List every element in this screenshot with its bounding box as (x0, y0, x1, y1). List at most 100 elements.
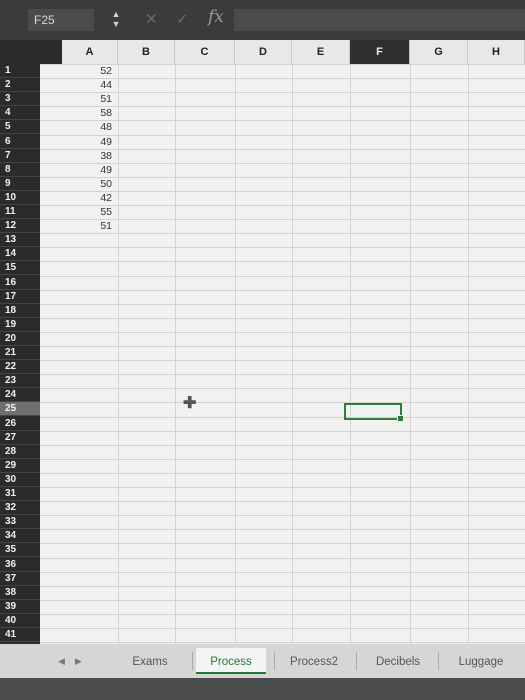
row-header-16[interactable]: 16 (0, 276, 40, 290)
grid-row-line (40, 346, 525, 347)
row-header-22[interactable]: 22 (0, 360, 40, 375)
formula-input[interactable] (234, 9, 525, 31)
row-header-12[interactable]: 12 (0, 219, 40, 234)
row-header-11[interactable]: 11 (0, 205, 40, 220)
row-header-bar: 1 2 3 4 5 6 7 8 9 10 11 12 13 14 15 16 17 18 19 20 21 22 23 24 2… (0, 64, 40, 644)
fx-icon[interactable]: fx (208, 7, 224, 27)
sheet-tab-process2[interactable]: Process2 (278, 648, 350, 674)
row-header-35[interactable]: 35 (0, 543, 40, 558)
row-header-34[interactable]: 34 (0, 529, 40, 544)
row-header-36[interactable]: 36 (0, 558, 40, 572)
row-header-29[interactable]: 29 (0, 459, 40, 473)
row-header-30[interactable]: 30 (0, 473, 40, 487)
up-down-stepper-icon[interactable]: ▲ ▼ (110, 9, 122, 31)
grid-row-line (40, 331, 525, 333)
column-header-f[interactable]: F (350, 40, 410, 64)
row-header-40[interactable]: 40 (0, 614, 40, 628)
row-header-32[interactable]: 32 (0, 501, 40, 516)
sheet-tab-decibels[interactable]: Decibels (360, 648, 436, 674)
row-header-14[interactable]: 14 (0, 247, 40, 262)
sheet-tab-exams[interactable]: Exams (115, 648, 185, 674)
tab-separator (274, 652, 275, 670)
cell-a4[interactable]: 58 (40, 106, 118, 120)
tab-scroll-arrows[interactable]: ◀ ▶ (58, 652, 104, 670)
cell-a10[interactable]: 42 (40, 191, 118, 205)
row-header-33[interactable]: 33 (0, 515, 40, 530)
row-header-7[interactable]: 7 (0, 149, 40, 163)
row-header-18[interactable]: 18 (0, 304, 40, 318)
row-header-4[interactable]: 4 (0, 106, 40, 121)
cell-a8[interactable]: 49 (40, 163, 118, 177)
cell-a12[interactable]: 51 (40, 219, 118, 233)
row-header-9[interactable]: 9 (0, 177, 40, 191)
grid-row-line (40, 642, 525, 644)
grid-column-line (410, 64, 411, 644)
name-box[interactable]: F25 (28, 9, 94, 31)
grid-row-line (40, 543, 525, 545)
status-bar (0, 678, 525, 700)
sheet-tab-process[interactable]: Process (196, 648, 266, 674)
row-header-15[interactable]: 15 (0, 261, 40, 276)
row-header-25[interactable]: 25 (0, 402, 40, 417)
row-header-24[interactable]: 24 (0, 388, 40, 403)
row-header-20[interactable]: 20 (0, 332, 40, 346)
row-header-1[interactable]: 1 (0, 64, 40, 79)
column-header-h[interactable]: H (468, 40, 525, 64)
cell-a5[interactable]: 48 (40, 120, 118, 134)
spreadsheet-grid[interactable]: ABCDEFGH 1 2 3 4 5 6 7 8 9 10 11 12 13 14 15 16 17 18 19 20… (0, 40, 525, 644)
cell-a2[interactable]: 44 (40, 78, 118, 92)
fill-handle[interactable] (397, 415, 404, 423)
select-all-corner[interactable] (0, 40, 62, 64)
row-header-38[interactable]: 38 (0, 586, 40, 600)
row-header-19[interactable]: 19 (0, 318, 40, 332)
row-header-21[interactable]: 21 (0, 346, 40, 361)
grid-row-line (40, 571, 525, 573)
selected-cell-f25[interactable] (344, 403, 404, 423)
cell-a11[interactable]: 55 (40, 205, 118, 219)
row-header-26[interactable]: 26 (0, 417, 40, 431)
check-icon[interactable]: ✓ (176, 9, 189, 31)
grid-row-line (40, 247, 525, 249)
grid-column-line (235, 64, 236, 644)
column-header-e[interactable]: E (292, 40, 350, 64)
column-header-bar: ABCDEFGH (0, 40, 525, 65)
cell-a1[interactable]: 52 (40, 64, 118, 78)
row-header-2[interactable]: 2 (0, 78, 40, 93)
grid-row-line (40, 233, 525, 235)
cell-a9[interactable]: 50 (40, 177, 118, 191)
row-header-27[interactable]: 27 (0, 431, 40, 445)
row-header-28[interactable]: 28 (0, 445, 40, 459)
column-header-a[interactable]: A (62, 40, 118, 64)
grid-row-line (40, 557, 525, 559)
row-header-13[interactable]: 13 (0, 233, 40, 248)
grid-row-line (40, 430, 525, 432)
cell-a7[interactable]: 38 (40, 149, 118, 163)
column-header-b[interactable]: B (118, 40, 175, 64)
row-header-17[interactable]: 17 (0, 290, 40, 304)
row-header-31[interactable]: 31 (0, 487, 40, 502)
grid-row-line (40, 416, 525, 418)
row-header-10[interactable]: 10 (0, 191, 40, 205)
row-header-41[interactable]: 41 (0, 628, 40, 643)
sheet-tab-bar: ◀ ▶ Exams Process Process2 Decibels Luggage (0, 644, 525, 678)
row-header-3[interactable]: 3 (0, 92, 40, 107)
row-header-5[interactable]: 5 (0, 120, 40, 135)
row-header-23[interactable]: 23 (0, 374, 40, 389)
grid-column-line (468, 64, 469, 644)
sheet-tab-luggage[interactable]: Luggage (442, 648, 520, 674)
x-icon[interactable]: ✕ (145, 9, 158, 31)
grid-row-line (40, 613, 525, 615)
tab-separator (192, 652, 193, 670)
grid-row-line (40, 472, 525, 474)
column-header-g[interactable]: G (410, 40, 468, 64)
grid-row-line (40, 444, 525, 446)
row-header-39[interactable]: 39 (0, 600, 40, 614)
row-header-8[interactable]: 8 (0, 163, 40, 177)
cell-a3[interactable]: 51 (40, 92, 118, 106)
column-header-c[interactable]: C (175, 40, 235, 64)
row-header-6[interactable]: 6 (0, 135, 40, 149)
column-header-d[interactable]: D (235, 40, 292, 64)
row-header-37[interactable]: 37 (0, 572, 40, 586)
cell-a6[interactable]: 49 (40, 135, 118, 149)
grid-row-line (40, 303, 525, 305)
